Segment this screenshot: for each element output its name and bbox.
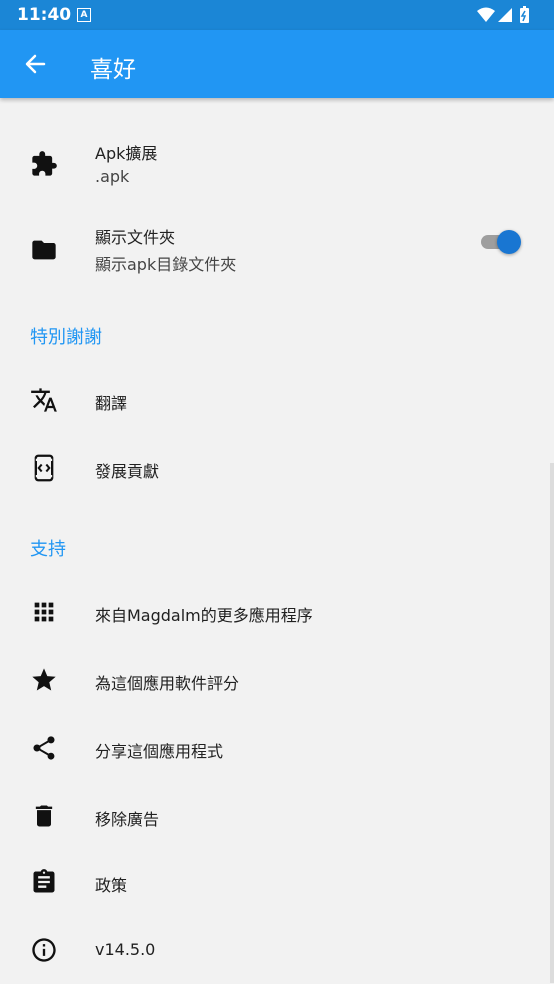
setting-title: 顯示文件夾 bbox=[95, 228, 176, 247]
item-version[interactable]: v14.5.0 bbox=[0, 918, 554, 982]
wifi-signal-battery-icon bbox=[477, 6, 529, 23]
item-policy[interactable]: 政策 bbox=[0, 850, 554, 914]
item-label: 分享這個應用程式 bbox=[95, 742, 224, 761]
developer-icon bbox=[34, 454, 54, 482]
item-label: 來自Magdalm的更多應用程序 bbox=[95, 606, 313, 625]
setting-show-folder[interactable]: 顯示文件夾 顯示apk目錄文件夾 bbox=[0, 216, 554, 280]
back-button[interactable] bbox=[16, 44, 56, 84]
page-title: 喜好 bbox=[90, 57, 136, 83]
item-label: 移除廣告 bbox=[95, 810, 160, 829]
share-icon bbox=[33, 736, 55, 760]
app-bar: 喜好 bbox=[0, 30, 554, 98]
item-development-contribution[interactable]: 發展貢獻 bbox=[0, 436, 554, 500]
notification-icon: A bbox=[77, 8, 91, 22]
setting-subtitle: 顯示apk目錄文件夾 bbox=[95, 255, 237, 274]
toggle-thumb bbox=[497, 230, 521, 254]
item-label: 翻譯 bbox=[95, 394, 128, 413]
clipboard-icon bbox=[33, 869, 55, 893]
setting-apk-extension[interactable]: Apk擴展 .apk bbox=[0, 130, 554, 194]
star-icon bbox=[32, 668, 56, 691]
section-header-special-thanks: 特別謝謝 bbox=[30, 327, 102, 348]
arrow-back-icon bbox=[25, 54, 46, 74]
item-label: v14.5.0 bbox=[95, 940, 156, 959]
item-remove-ads[interactable]: 移除廣告 bbox=[0, 782, 554, 846]
item-rate-app[interactable]: 為這個應用軟件評分 bbox=[0, 646, 554, 710]
status-icons bbox=[476, 6, 536, 28]
translate-icon bbox=[31, 388, 57, 412]
show-folder-toggle[interactable] bbox=[481, 228, 521, 254]
trash-icon bbox=[35, 805, 53, 827]
item-share-app[interactable]: 分享這個應用程式 bbox=[0, 714, 554, 778]
item-label: 政策 bbox=[95, 876, 128, 895]
status-time: 11:40 bbox=[17, 5, 72, 25]
item-more-apps[interactable]: 來自Magdalm的更多應用程序 bbox=[0, 578, 554, 642]
item-translate[interactable]: 翻譯 bbox=[0, 368, 554, 432]
setting-subtitle: .apk bbox=[95, 167, 130, 186]
section-header-support: 支持 bbox=[30, 539, 66, 560]
puzzle-icon bbox=[32, 151, 57, 176]
scrollbar[interactable] bbox=[550, 463, 554, 983]
apps-grid-icon bbox=[34, 602, 54, 622]
item-label: 為這個應用軟件評分 bbox=[95, 674, 240, 693]
info-icon bbox=[32, 938, 56, 962]
setting-title: Apk擴展 bbox=[95, 144, 158, 163]
status-bar: 11:40 A bbox=[0, 0, 554, 30]
folder-icon bbox=[32, 240, 56, 260]
item-label: 發展貢獻 bbox=[95, 462, 160, 481]
